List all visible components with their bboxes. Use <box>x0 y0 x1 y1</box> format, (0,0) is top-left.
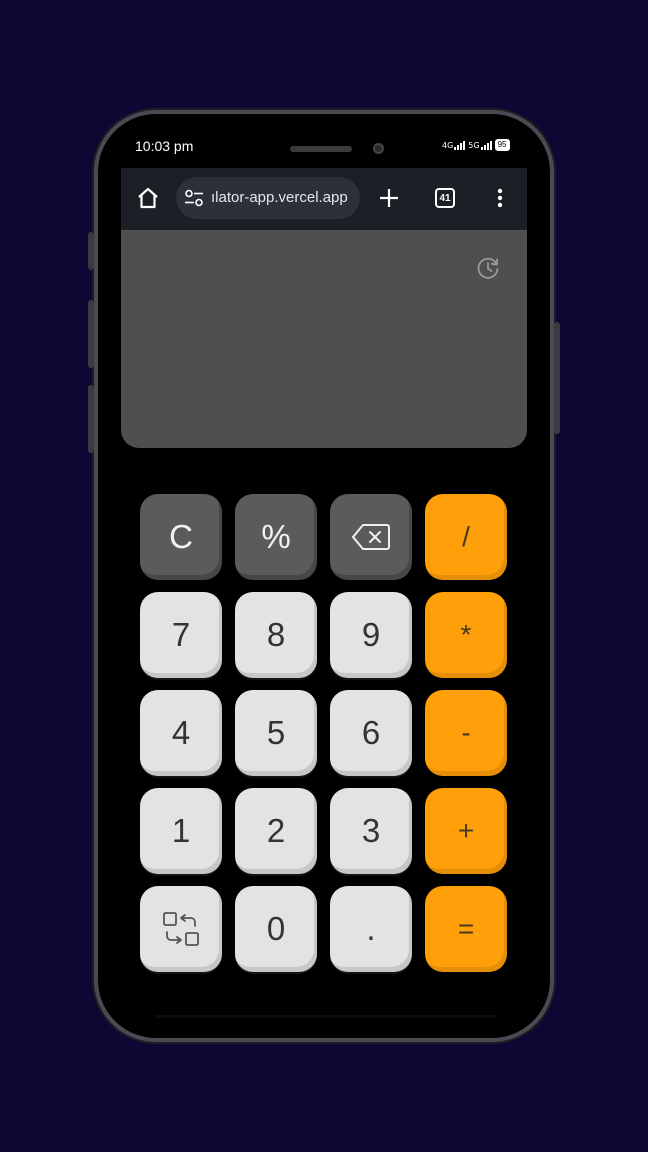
front-camera <box>373 143 384 154</box>
key-1[interactable]: 1 <box>140 788 222 874</box>
key-3[interactable]: 3 <box>330 788 412 874</box>
multiply-key[interactable]: * <box>425 592 507 678</box>
phone-volume-down-button <box>88 385 94 453</box>
site-settings-icon[interactable] <box>183 188 205 208</box>
url-text[interactable]: ılator-app.vercel.app <box>211 189 348 206</box>
signal-4g-icon: 4G <box>442 140 466 150</box>
key-4[interactable]: 4 <box>140 690 222 776</box>
key-9[interactable]: 9 <box>330 592 412 678</box>
phone-action-button <box>88 232 94 270</box>
divide-key[interactable]: / <box>425 494 507 580</box>
plus-key[interactable]: + <box>425 788 507 874</box>
key-6[interactable]: 6 <box>330 690 412 776</box>
decimal-key[interactable]: . <box>330 886 412 972</box>
network-label-2: 5G <box>468 141 480 150</box>
key-8[interactable]: 8 <box>235 592 317 678</box>
phone-volume-up-button <box>88 300 94 368</box>
home-indicator <box>155 1015 495 1018</box>
network-label-1: 4G <box>442 141 454 150</box>
status-time: 10:03 pm <box>135 138 194 154</box>
menu-icon[interactable] <box>490 186 510 210</box>
speaker-grille <box>290 146 352 152</box>
key-2[interactable]: 2 <box>235 788 317 874</box>
status-icons: 4G 5G 95 <box>442 139 510 151</box>
swap-mode-key[interactable] <box>140 886 222 972</box>
backspace-key[interactable] <box>330 494 412 580</box>
new-tab-icon[interactable] <box>377 186 401 210</box>
backspace-icon <box>351 522 391 552</box>
home-icon[interactable] <box>135 185 161 211</box>
calculator-display <box>121 230 527 448</box>
key-5[interactable]: 5 <box>235 690 317 776</box>
minus-key[interactable]: - <box>425 690 507 776</box>
percent-key[interactable]: % <box>235 494 317 580</box>
battery-icon: 95 <box>494 139 510 151</box>
swap-mode-icon <box>161 909 201 949</box>
key-0[interactable]: 0 <box>235 886 317 972</box>
signal-5g-icon: 5G <box>468 140 492 150</box>
tab-switcher-icon[interactable]: 41 <box>435 188 455 208</box>
phone-power-button <box>554 322 560 434</box>
equals-key[interactable]: = <box>425 886 507 972</box>
key-7[interactable]: 7 <box>140 592 222 678</box>
history-icon[interactable] <box>474 254 502 282</box>
clear-key[interactable]: C <box>140 494 222 580</box>
